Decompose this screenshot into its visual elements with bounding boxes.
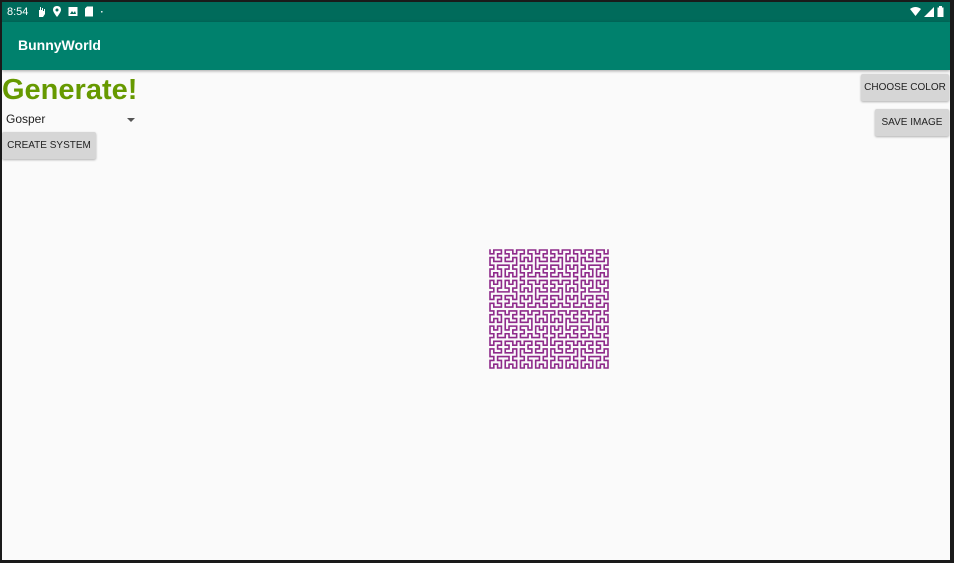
create-system-button[interactable]: CREATE SYSTEM — [2, 132, 96, 159]
image-icon — [68, 7, 78, 16]
dropdown-arrow-icon — [127, 118, 135, 122]
spinner-selected-value: Gosper — [6, 112, 46, 126]
app-window: 8:54 BunnyWorld Generate! Gosper CREATE … — [2, 2, 950, 560]
page-heading: Generate! — [2, 74, 138, 106]
choose-color-button[interactable]: CHOOSE COLOR — [861, 74, 949, 101]
signal-icon — [924, 6, 934, 17]
wifi-icon — [910, 6, 921, 16]
app-title: BunnyWorld — [18, 37, 101, 53]
battery-icon — [937, 6, 944, 17]
system-spinner[interactable]: Gosper — [2, 109, 137, 131]
dot-icon — [100, 10, 103, 13]
status-bar: 8:54 — [2, 2, 950, 22]
location-icon — [53, 6, 61, 17]
save-image-button[interactable]: SAVE IMAGE — [875, 109, 949, 136]
status-time: 8:54 — [7, 6, 29, 18]
fractal-drawing-canvas — [489, 249, 609, 369]
hand-icon — [39, 7, 45, 17]
gosper-curve-path — [489, 249, 609, 369]
app-bar: BunnyWorld — [2, 22, 950, 70]
sd-card-icon — [85, 6, 93, 17]
